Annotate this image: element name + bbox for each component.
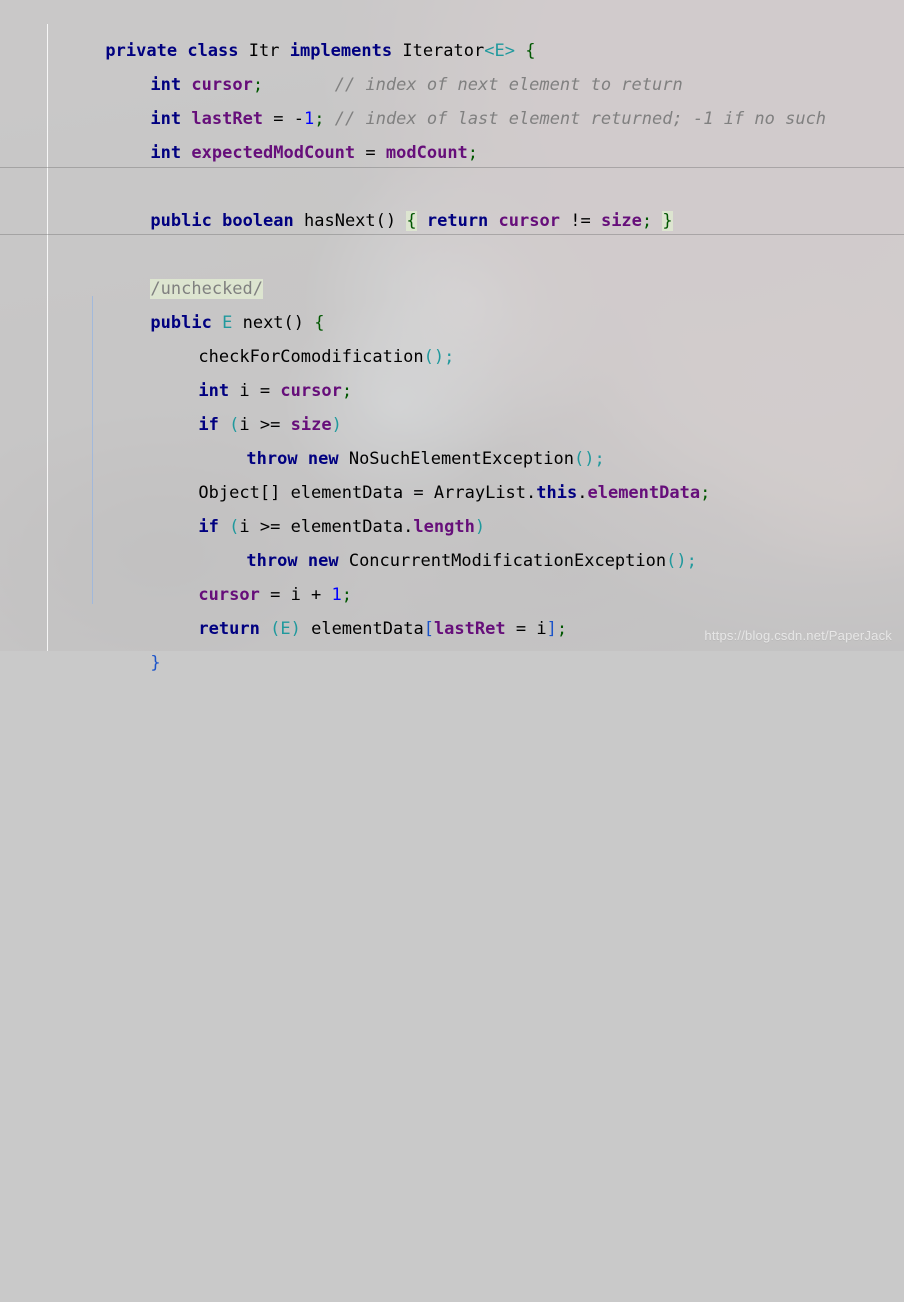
code-viewer[interactable]: private class Itr implements Iterator<E>… — [0, 0, 904, 673]
code-line[interactable]: checkForComodification(); — [0, 306, 904, 367]
token-keyword-boolean: boolean — [222, 211, 294, 231]
token-field-expectedmodcount: expectedModCount — [191, 143, 356, 163]
code-line[interactable]: if (i >= elementData.length) — [0, 476, 904, 537]
token-field-modcount: modCount — [385, 143, 468, 163]
token-semicolon: ; — [641, 211, 653, 231]
token-keyword-public: public — [150, 211, 212, 231]
token-keyword-int: int — [150, 143, 182, 163]
token-semicolon: ; — [467, 143, 479, 163]
token-operator-assign: = — [365, 143, 376, 163]
code-line[interactable]: return (E) elementData[lastRet = i]; — [0, 578, 904, 639]
code-line[interactable]: int expectedModCount = modCount; — [0, 102, 904, 163]
token-method-hasnext: hasNext() — [304, 211, 397, 231]
blog-watermark: https://blog.csdn.net/PaperJack — [704, 628, 892, 643]
token-brace-close: } — [150, 653, 161, 673]
code-line[interactable]: public E next() { — [0, 272, 904, 333]
code-line[interactable]: int lastRet = -1; // index of last eleme… — [0, 68, 904, 129]
token-field-cursor: cursor — [498, 211, 560, 231]
code-line[interactable]: cursor = i + 1; — [0, 544, 904, 605]
token-keyword-return: return — [426, 211, 489, 231]
token-field-size: size — [600, 211, 642, 231]
code-line[interactable]: throw new ConcurrentModificationExceptio… — [0, 510, 904, 571]
code-line[interactable]: Object[] elementData = ArrayList.this.el… — [0, 442, 904, 503]
token-operator-neq: != — [570, 211, 591, 231]
code-line[interactable]: int i = cursor; — [0, 340, 904, 401]
code-line[interactable]: throw new NoSuchElementException(); — [0, 408, 904, 469]
code-line[interactable]: /unchecked/ — [0, 238, 904, 299]
code-line[interactable]: int cursor; // index of next element to … — [0, 34, 904, 95]
token-brace-open: { — [406, 211, 417, 231]
token-brace-close: } — [662, 211, 673, 231]
code-line[interactable]: if (i >= size) — [0, 374, 904, 435]
code-line[interactable]: private class Itr implements Iterator<E>… — [0, 0, 904, 61]
code-line[interactable]: public boolean hasNext() { return cursor… — [0, 170, 904, 231]
